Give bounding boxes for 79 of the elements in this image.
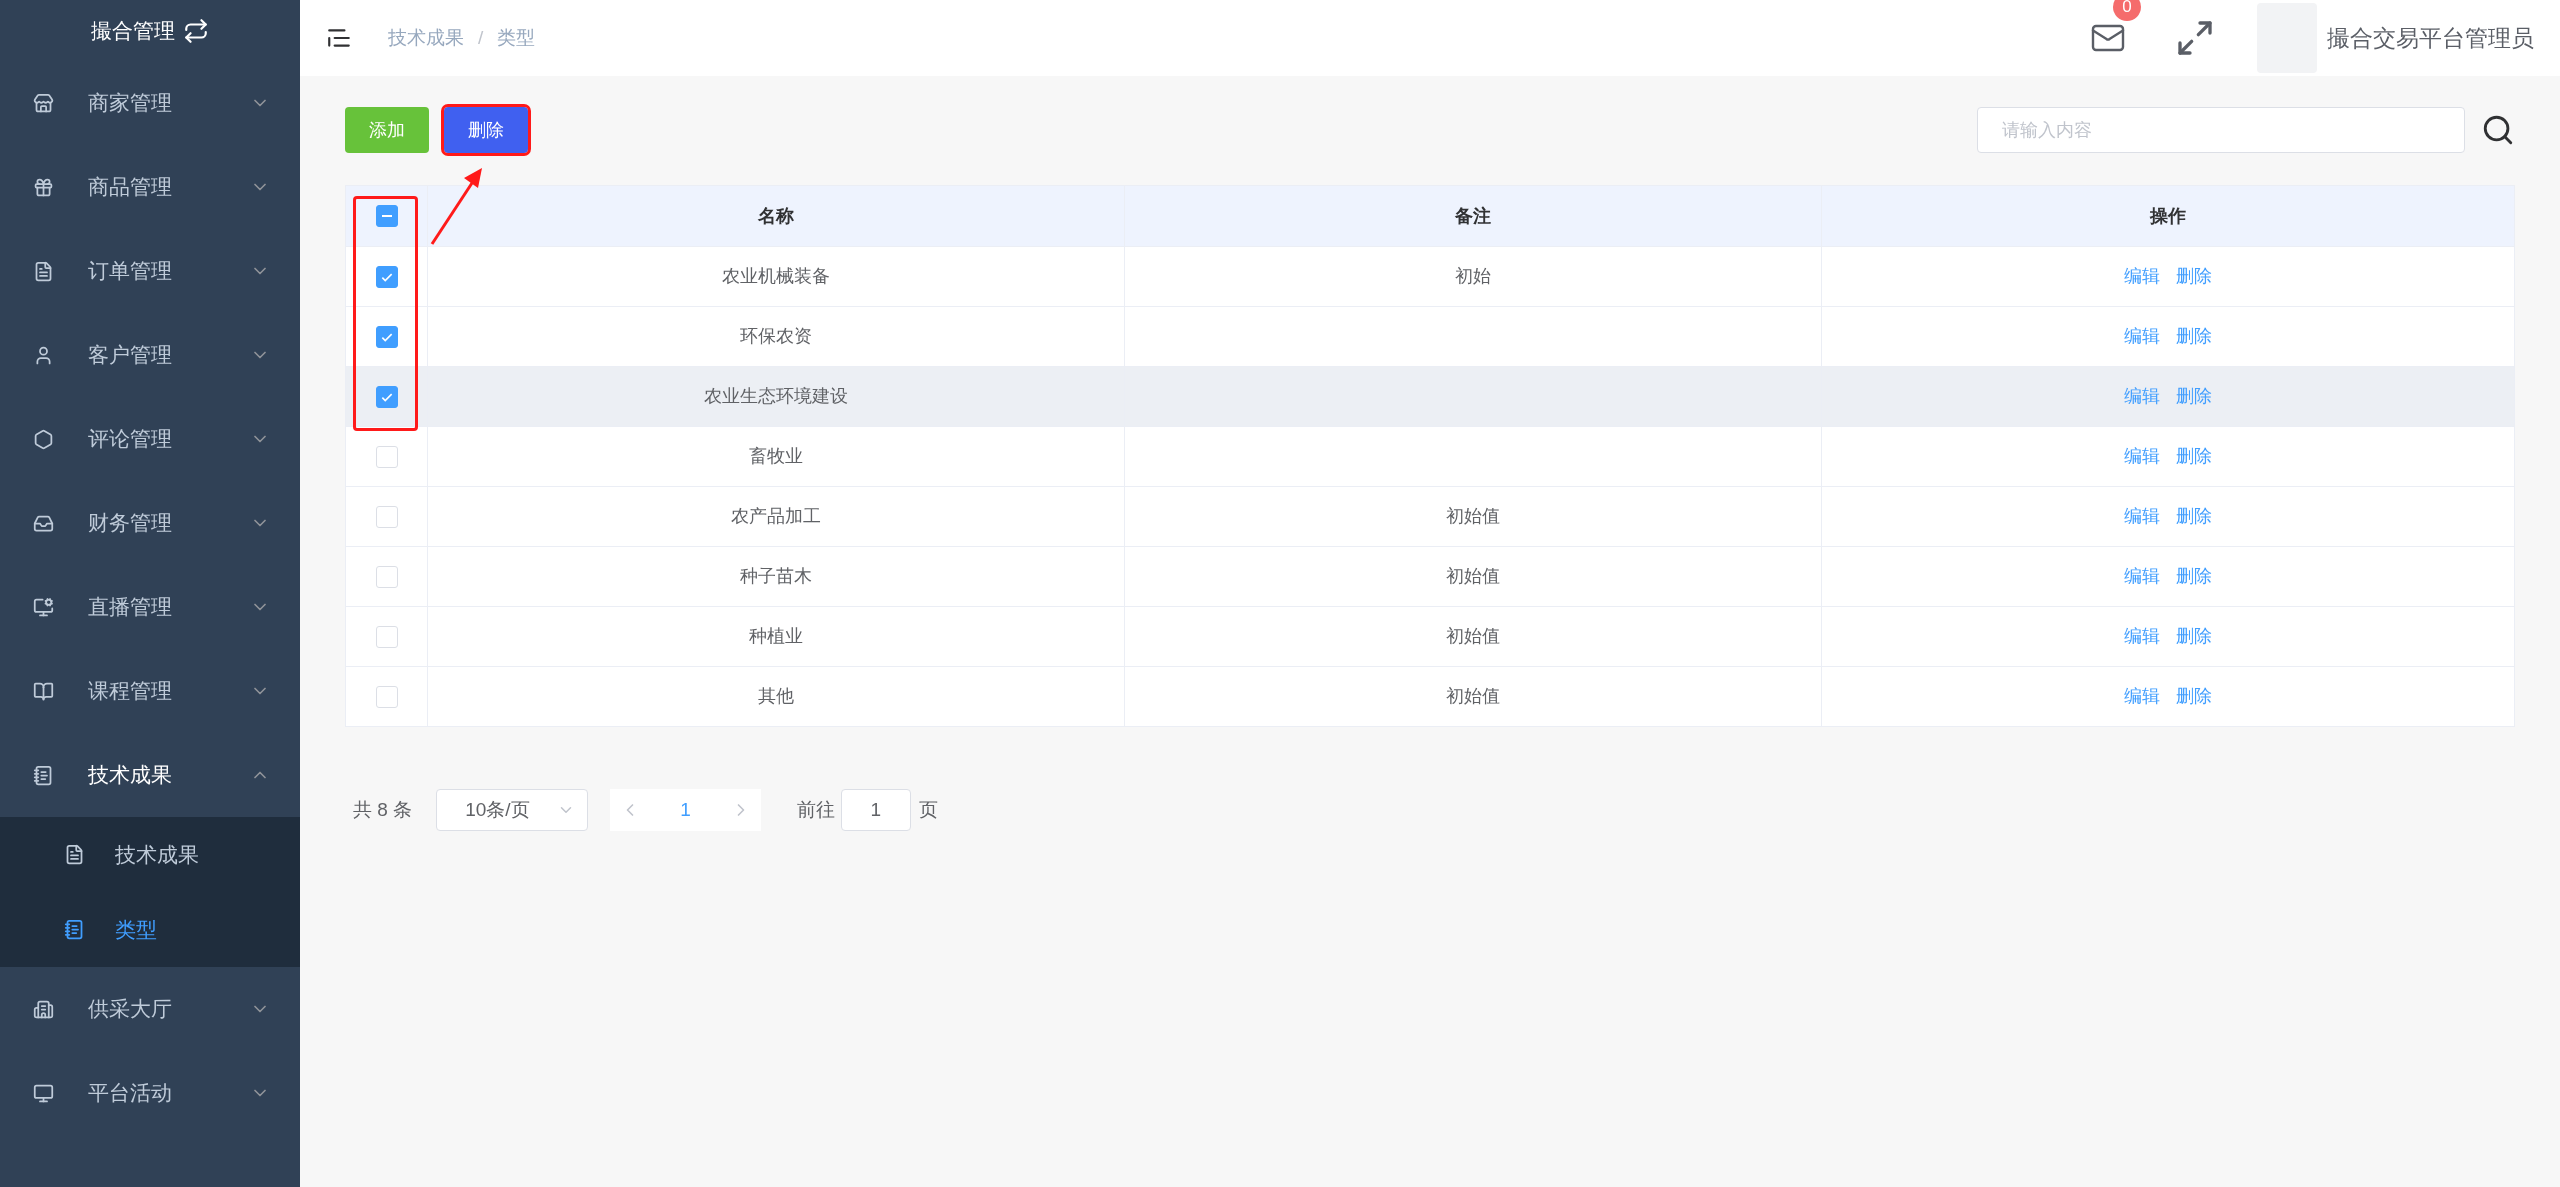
delete-link[interactable]: 删除 (2176, 563, 2212, 590)
table-cell-text: 农产品加工 (731, 505, 821, 528)
column-header: 备注 (1455, 204, 1491, 228)
search-field[interactable]: 请输入内容 (1977, 107, 2465, 153)
menu-item[interactable]: 技术成果 (0, 733, 300, 817)
edit-link[interactable]: 编辑 (2124, 323, 2160, 350)
menu-item[interactable]: 直播管理 (0, 565, 300, 649)
edit-link[interactable]: 编辑 (2124, 503, 2160, 530)
menu-item[interactable]: 财务管理 (0, 481, 300, 565)
table-cell-text: 农业机械装备 (722, 265, 830, 288)
checkbox[interactable] (375, 265, 398, 288)
building-icon (33, 998, 54, 1020)
table-cell-text: 初始值 (1446, 625, 1500, 648)
switch-icon[interactable] (183, 17, 209, 44)
store-icon (33, 92, 54, 114)
table-cell-text: 环保农资 (740, 325, 812, 348)
menu-item[interactable]: 供采大厅 (0, 967, 300, 1051)
page-size-select[interactable]: 10条/页 (436, 789, 589, 831)
column-header: 操作 (2150, 204, 2186, 228)
checkbox[interactable] (375, 325, 398, 348)
add-button[interactable]: 添加 (345, 107, 429, 153)
delete-link[interactable]: 删除 (2176, 383, 2212, 410)
search-icon[interactable] (2481, 113, 2515, 147)
page-unit: 页 (918, 797, 938, 822)
total-count: 共 8 条 (353, 797, 413, 822)
column-header: 名称 (758, 204, 794, 228)
delete-link[interactable]: 删除 (2176, 443, 2212, 470)
checkbox[interactable] (375, 385, 398, 408)
breadcrumb-item: 类型 (497, 25, 536, 50)
table-cell-text: 初始 (1455, 265, 1491, 288)
user-name[interactable]: 撮合交易平台管理员 (2327, 20, 2534, 56)
menu-item[interactable]: 评论管理 (0, 397, 300, 481)
table-cell-text: 畜牧业 (749, 445, 803, 468)
table-cell-text: 种植业 (749, 625, 803, 648)
document-icon (64, 844, 85, 865)
menu-item[interactable]: 客户管理 (0, 313, 300, 397)
hexagon-icon (33, 428, 54, 450)
goto-label: 前往 (796, 797, 835, 822)
delete-link[interactable]: 删除 (2176, 683, 2212, 710)
submenu-item[interactable]: 技术成果 (0, 817, 300, 892)
edit-link[interactable]: 编辑 (2124, 443, 2160, 470)
document-icon (33, 260, 54, 282)
gift-icon (33, 176, 54, 198)
edit-link[interactable]: 编辑 (2124, 563, 2160, 590)
breadcrumb-separator: / (478, 25, 484, 50)
menu-item[interactable]: 课程管理 (0, 649, 300, 733)
minus-icon (381, 215, 392, 217)
menu-item[interactable]: 商家管理 (0, 61, 300, 145)
edit-link[interactable]: 编辑 (2124, 683, 2160, 710)
edit-link[interactable]: 编辑 (2124, 623, 2160, 650)
menu-item[interactable]: 订单管理 (0, 229, 300, 313)
notebook-icon (64, 919, 85, 940)
delete-link[interactable]: 删除 (2176, 503, 2212, 530)
sidebar-title: 撮合管理 (91, 17, 175, 44)
page-number[interactable]: 1 (670, 795, 701, 825)
table-cell-text: 其他 (758, 685, 794, 708)
delete-link[interactable]: 删除 (2176, 323, 2212, 350)
table-cell-text: 初始值 (1446, 565, 1500, 588)
notification-badge: 0 (2113, 0, 2141, 21)
notebook-icon (33, 764, 54, 786)
table-cell-text: 种子苗木 (740, 565, 812, 588)
checkbox[interactable] (375, 205, 398, 227)
delete-link[interactable]: 删除 (2176, 263, 2212, 290)
book-icon (33, 680, 54, 702)
table-cell-text: 初始值 (1446, 685, 1500, 708)
edit-link[interactable]: 编辑 (2124, 383, 2160, 410)
breadcrumb-item[interactable]: 技术成果 (388, 23, 464, 53)
menu-item[interactable]: 商品管理 (0, 145, 300, 229)
delete-button[interactable]: 删除 (444, 107, 528, 153)
fullscreen-icon[interactable] (2175, 18, 2215, 58)
submenu-item[interactable]: 类型 (0, 892, 300, 967)
goto-page-field[interactable]: 1 (840, 789, 911, 831)
table-cell-text: 初始值 (1446, 505, 1500, 528)
table-cell-text: 农业生态环境建设 (704, 385, 848, 408)
monitor-icon (33, 596, 54, 618)
delete-link[interactable]: 删除 (2176, 623, 2212, 650)
menu-item[interactable]: 平台活动 (0, 1051, 300, 1135)
edit-link[interactable]: 编辑 (2124, 263, 2160, 290)
monitor-icon (33, 1082, 54, 1104)
